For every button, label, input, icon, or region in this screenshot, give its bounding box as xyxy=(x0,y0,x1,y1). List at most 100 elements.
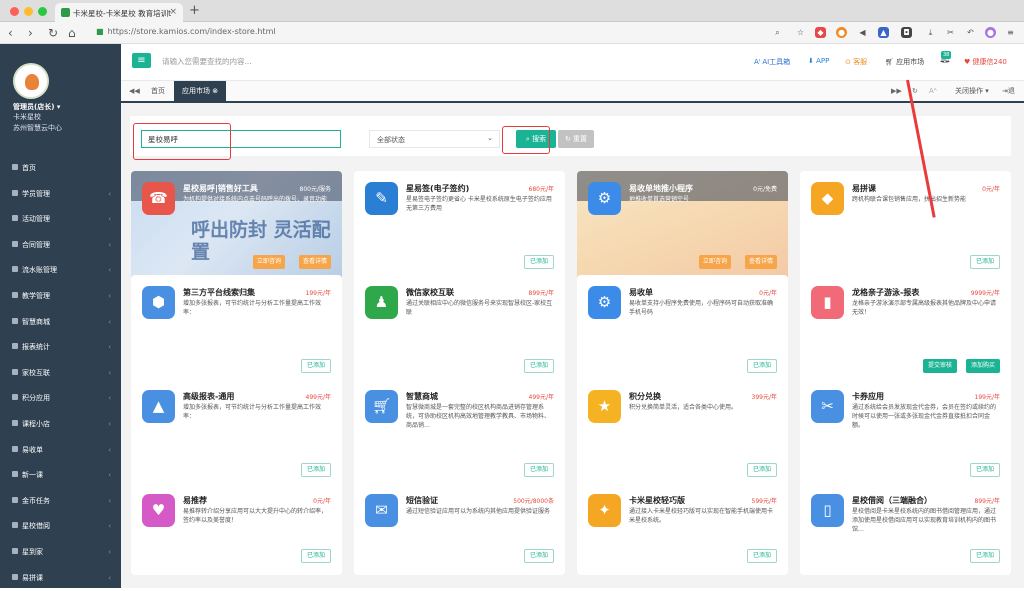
service-link[interactable]: ⊙ 客服 xyxy=(845,57,867,67)
app-desc: 易推荐转介绍分享应用可以大大提升中心的转介绍率，签约率以及美誉度！ xyxy=(183,507,331,525)
sidebar-item-reports[interactable]: 报表统计‹ xyxy=(0,335,121,361)
sidebar-item-teaching[interactable]: 教学管理‹ xyxy=(0,284,121,310)
app-card[interactable]: ⬢第三方平台线索归集199元/年增加多张报表，可节约统计与分析工作量提高工作效率… xyxy=(131,275,342,385)
app-card[interactable]: ⚙易收单0元/年易收单支持小程序免费使用，小程序码可自动获取准确手机号码已添加 xyxy=(577,275,788,385)
app-name: 易收单 xyxy=(629,287,653,298)
avatar[interactable] xyxy=(13,63,49,99)
app-card[interactable]: ▯星校借阅（三端融合）899元/年星校借阅是卡米星校系统内的图书借阅管理应用，通… xyxy=(800,483,1011,575)
added-button[interactable]: 已添加 xyxy=(524,255,554,269)
app-name: 星校易呼|销售好工具 xyxy=(183,183,258,194)
added-button[interactable]: 已添加 xyxy=(970,255,1000,269)
detail-button[interactable]: 查看详情 xyxy=(745,255,777,269)
sidebar-item-course-shop[interactable]: 课程小店‹ xyxy=(0,412,121,438)
ext-orange-icon[interactable]: ● xyxy=(836,27,847,38)
added-button[interactable]: 已添加 xyxy=(747,359,777,373)
app-card[interactable]: ✎星易签(电子签约)680元/年星易签电子签约更省心 卡米星校系统原生电子签约应… xyxy=(354,171,565,281)
user-name[interactable]: 管理员(店长) ▾ xyxy=(13,102,60,112)
sidebar-item-group-course[interactable]: 易拼课‹ xyxy=(0,566,121,591)
sidebar-item-students[interactable]: 学员管理‹ xyxy=(0,182,121,208)
sidebar-item-activities[interactable]: 活动管理‹ xyxy=(0,207,121,233)
sidebar-item-contracts[interactable]: 合同管理‹ xyxy=(0,233,121,259)
add-purchase-button[interactable]: 添加购买 xyxy=(966,359,1000,373)
added-button[interactable]: 已添加 xyxy=(301,359,331,373)
added-button[interactable]: 已添加 xyxy=(301,463,331,477)
game-ext-icon[interactable]: ◆ xyxy=(815,27,826,38)
app-card[interactable]: ✉短信验证500元/8000条通过短信验证应用可以为系统内其他应用提供验证服务已… xyxy=(354,483,565,575)
megaphone-icon[interactable]: ◀ xyxy=(857,27,868,38)
global-search-input[interactable]: 请输入您需要查找的内容... xyxy=(162,56,252,67)
sidebar-item-ledger[interactable]: 流水账管理‹ xyxy=(0,258,121,284)
consult-button[interactable]: 立即咨询 xyxy=(699,255,731,269)
sidebar-item-star-home[interactable]: 星到家‹ xyxy=(0,540,121,566)
app-card[interactable]: ✂卡券应用199元/年通过系统给会员发放现金代金券，会员在签约或续约的时候可以使… xyxy=(800,379,1011,489)
tab-home[interactable]: 首页 xyxy=(143,81,173,101)
scissors-icon[interactable]: ✂ xyxy=(945,27,956,38)
sidebar-item-home[interactable]: 首页 xyxy=(0,156,121,182)
consult-button[interactable]: 立即咨询 xyxy=(253,255,285,269)
app-card[interactable]: ⚙易收单地推小程序0元/免费地推收单首选营销空号立即咨询查看详情 xyxy=(577,171,788,281)
sidebar-item-mall[interactable]: 智慧商城‹ xyxy=(0,310,121,336)
app-card[interactable]: ♥易推荐0元/年易推荐转介绍分享应用可以大大提升中心的转介绍率，签约率以及美誉度… xyxy=(131,483,342,575)
app-card[interactable]: ▲高级报表-通用499元/年增加多张报表，可节约统计与分析工作量提高工作效率：已… xyxy=(131,379,342,489)
app-market-link[interactable]: 🛒︎ 应用市场 xyxy=(885,57,924,67)
sidebar-item-label: 合同管理 xyxy=(22,241,50,249)
reload-icon[interactable]: ↻ xyxy=(48,26,58,40)
tab-app-market[interactable]: 应用市场 ⊗ xyxy=(174,81,226,101)
app-card[interactable]: 呼出防封 灵活配置☎星校易呼|销售好工具800元/服务为机构提供对接系统内点击号… xyxy=(131,171,342,281)
minimize-window-button[interactable] xyxy=(24,7,33,16)
sidebar-item-coin-tasks[interactable]: 金币任务‹ xyxy=(0,489,121,515)
sidebar-item-label: 积分应用 xyxy=(22,394,50,402)
added-button[interactable]: 已添加 xyxy=(524,359,554,373)
tab-close-icon[interactable]: × xyxy=(169,7,177,17)
download-icon[interactable]: ⤓ xyxy=(925,27,936,38)
font-size-icon[interactable]: Aᴬ xyxy=(921,81,945,101)
added-button[interactable]: 已添加 xyxy=(747,549,777,563)
menu-toggle-button[interactable]: ≡ xyxy=(132,53,151,68)
ai-toolbox-link[interactable]: Aᴵ AI工具箱 xyxy=(754,57,790,67)
profile-icon[interactable]: ● xyxy=(985,27,996,38)
submit-review-button[interactable]: 提交审核 xyxy=(923,359,957,373)
app-card[interactable]: ▮龙格亲子游泳-报表9999元/年龙格亲子游泳演示部专属高级报表其他品牌及中心申… xyxy=(800,275,1011,385)
sidebar-item-points[interactable]: 积分应用‹ xyxy=(0,386,121,412)
sidebar-item-label: 报表统计 xyxy=(22,343,50,351)
status-select[interactable]: 全部状态⌄ xyxy=(369,130,500,148)
app-card[interactable]: ◆易拼课0元/年跨机构联合课包销售应用，拼出招生新势能已添加 xyxy=(800,171,1011,281)
browser-tab[interactable]: 卡米星校-卡米星校 教育培训t× xyxy=(55,3,183,22)
app-card[interactable]: 🛒︎智慧商城499元/年智慧微商城是一套完整的校区机构商品进销存管理系统，可协助… xyxy=(354,379,565,489)
url-field[interactable]: ■https://store.kamios.com/index-store.ht… xyxy=(96,27,276,36)
app-card[interactable]: ★积分兑换399元/年积分兑换简单灵活，适合各类中心使用。已添加 xyxy=(577,379,788,489)
close-ops-dropdown[interactable]: 关闭操作 ▾ xyxy=(947,81,997,101)
close-window-button[interactable] xyxy=(10,7,19,16)
new-tab-icon[interactable]: + xyxy=(189,3,200,18)
sidebar-item-homeschool[interactable]: 家校互联‹ xyxy=(0,361,121,387)
added-button[interactable]: 已添加 xyxy=(970,549,1000,563)
home-icon[interactable]: ⌂ xyxy=(68,26,76,40)
added-button[interactable]: 已添加 xyxy=(524,549,554,563)
camera-icon[interactable]: ◘ xyxy=(901,27,912,38)
app-link[interactable]: ⬇ APP xyxy=(808,57,829,65)
forward-icon[interactable]: › xyxy=(28,26,33,40)
reset-button[interactable]: ↻ 重置 xyxy=(558,130,594,148)
added-button[interactable]: 已添加 xyxy=(970,463,1000,477)
back-icon[interactable]: ‹ xyxy=(8,26,13,40)
undo-icon[interactable]: ↶ xyxy=(965,27,976,38)
added-button[interactable]: 已添加 xyxy=(524,463,554,477)
app-card[interactable]: ♟微信家校互联899元/年通过关联相应中心的微信服务号来实现智慧校区-家校互联已… xyxy=(354,275,565,385)
star-icon[interactable]: ☆ xyxy=(795,27,806,38)
sidebar-item-easy-pay[interactable]: 易收单‹ xyxy=(0,438,121,464)
maximize-window-button[interactable] xyxy=(38,7,47,16)
app-card[interactable]: ✦卡米星校轻巧版599元/年通过接入卡米星校轻巧版可以实现在智能手机端使用卡米星… xyxy=(577,483,788,575)
sidebar-item-library[interactable]: 星校借阅‹ xyxy=(0,514,121,540)
tab-close-icon[interactable]: ⊗ xyxy=(212,87,218,95)
menu-icon[interactable]: ≡ xyxy=(1005,27,1016,38)
health-link[interactable]: ♥ 健康信240 xyxy=(964,57,1007,67)
added-button[interactable]: 已添加 xyxy=(301,549,331,563)
search-icon[interactable]: ⌕ xyxy=(772,27,783,38)
app-desc: 地推收单首选营销空号 xyxy=(629,195,777,204)
added-button[interactable]: 已添加 xyxy=(747,463,777,477)
app-desc: 为机构提供对接系统内点击号码呼出的拨号、录音功能 xyxy=(183,195,331,204)
logout-button[interactable]: ⇥退出 xyxy=(994,81,1024,101)
sidebar-item-new-lesson[interactable]: 新一课‹ xyxy=(0,463,121,489)
ext-blue-icon[interactable]: ▲ xyxy=(878,27,889,38)
detail-button[interactable]: 查看详情 xyxy=(299,255,331,269)
